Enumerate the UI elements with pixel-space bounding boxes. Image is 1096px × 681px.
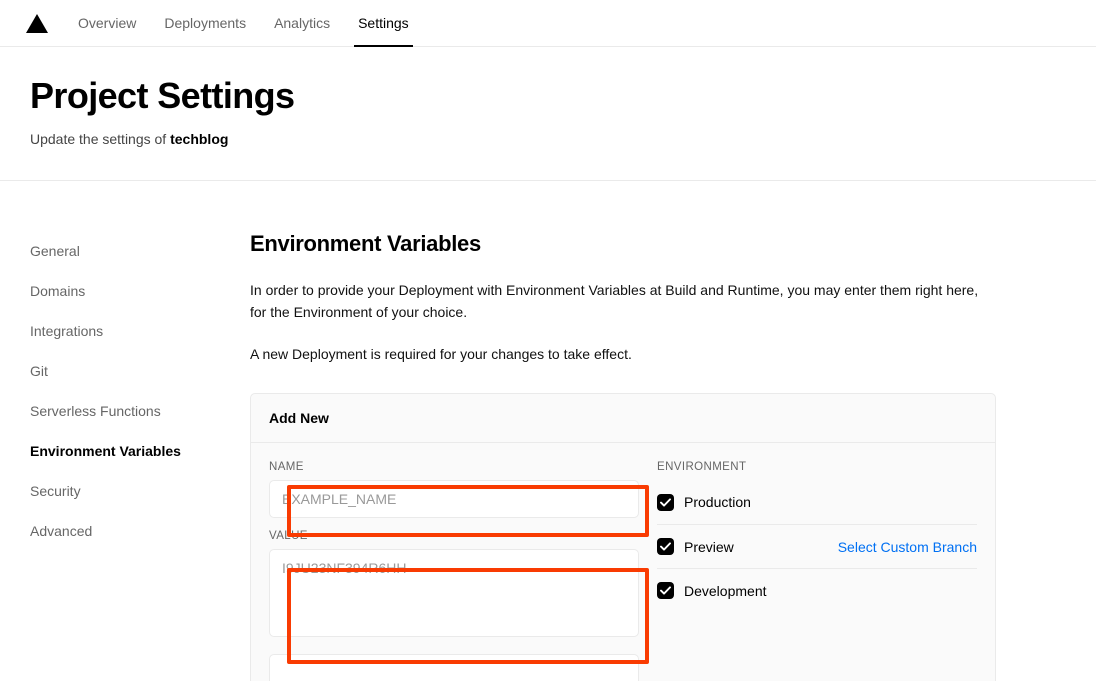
extra-field-block bbox=[269, 654, 639, 681]
value-textarea[interactable] bbox=[269, 549, 639, 637]
settings-content: Environment Variables In order to provid… bbox=[250, 231, 1096, 681]
page-subtitle: Update the settings of techblog bbox=[30, 131, 1066, 147]
sidebar-item-label: Domains bbox=[30, 283, 86, 299]
env-label-production: Production bbox=[684, 494, 751, 510]
sidebar-item-label: Environment Variables bbox=[30, 443, 181, 459]
checkbox-checked-icon-production[interactable] bbox=[657, 493, 674, 511]
value-field-block: VALUE bbox=[269, 530, 639, 642]
nav-item-analytics[interactable]: Analytics bbox=[260, 0, 344, 47]
select-custom-branch-link[interactable]: Select Custom Branch bbox=[838, 539, 977, 555]
nav-item-settings[interactable]: Settings bbox=[344, 0, 423, 47]
nav-item-label: Overview bbox=[78, 15, 137, 31]
name-field-label: NAME bbox=[269, 461, 304, 473]
env-row-left: Production bbox=[657, 493, 751, 511]
env-label-preview: Preview bbox=[684, 538, 734, 555]
page-subtitle-project: techblog bbox=[170, 131, 229, 147]
nav-item-overview[interactable]: Overview bbox=[64, 0, 150, 47]
env-row-left: Preview bbox=[657, 538, 734, 555]
page-body: General Domains Integrations Git Serverl… bbox=[0, 181, 1096, 681]
card-title: Add New bbox=[269, 410, 329, 426]
card-body: NAME VALUE ENVIRONMENT bbox=[251, 443, 995, 681]
sidebar-item-label: General bbox=[30, 243, 80, 259]
nav-item-deployments[interactable]: Deployments bbox=[150, 0, 260, 47]
sidebar-item-label: Advanced bbox=[30, 523, 93, 539]
sidebar-item-label: Git bbox=[30, 363, 48, 379]
nav-items: Overview Deployments Analytics Settings bbox=[64, 0, 423, 47]
nav-item-label: Settings bbox=[358, 15, 409, 31]
card-right-column: ENVIRONMENT Production Preview Select Cu… bbox=[639, 461, 977, 681]
sidebar-item-advanced[interactable]: Advanced bbox=[30, 511, 250, 551]
sidebar-item-label: Serverless Functions bbox=[30, 403, 161, 419]
extra-input[interactable] bbox=[269, 654, 639, 681]
checkbox-checked-icon-development[interactable] bbox=[657, 582, 674, 599]
page-subtitle-prefix: Update the settings of bbox=[30, 131, 171, 147]
section-paragraph-1: In order to provide your Deployment with… bbox=[250, 282, 979, 320]
name-field-block: NAME bbox=[269, 461, 639, 518]
add-new-card: Add New NAME VALUE bbox=[250, 393, 996, 681]
card-header: Add New bbox=[251, 394, 995, 443]
sidebar-item-label: Security bbox=[30, 483, 81, 499]
sidebar-item-domains[interactable]: Domains bbox=[30, 271, 250, 311]
top-navbar: Overview Deployments Analytics Settings bbox=[0, 0, 1096, 47]
sidebar-item-environment-variables[interactable]: Environment Variables bbox=[30, 431, 250, 471]
sidebar-item-integrations[interactable]: Integrations bbox=[30, 311, 250, 351]
triangle-logo-icon[interactable] bbox=[24, 10, 50, 36]
card-left-column: NAME VALUE bbox=[269, 461, 639, 681]
value-field-label: VALUE bbox=[269, 530, 308, 542]
environment-label: ENVIRONMENT bbox=[657, 461, 747, 473]
nav-item-label: Deployments bbox=[164, 15, 247, 31]
nav-item-label: Analytics bbox=[274, 15, 331, 31]
sidebar-item-git[interactable]: Git bbox=[30, 351, 250, 391]
name-input[interactable] bbox=[269, 480, 639, 518]
env-row-left: Development bbox=[657, 582, 767, 599]
env-row-development[interactable]: Development bbox=[657, 568, 977, 612]
settings-sidebar: General Domains Integrations Git Serverl… bbox=[0, 231, 250, 681]
sidebar-item-serverless-functions[interactable]: Serverless Functions bbox=[30, 391, 250, 431]
sidebar-item-label: Integrations bbox=[30, 323, 104, 339]
page-header: Project Settings Update the settings of … bbox=[0, 47, 1096, 181]
section-paragraph-2: A new Deployment is required for your ch… bbox=[250, 346, 632, 362]
page-title: Project Settings bbox=[30, 75, 295, 116]
env-row-production[interactable]: Production bbox=[657, 480, 977, 524]
env-row-preview[interactable]: Preview Select Custom Branch bbox=[657, 524, 977, 568]
sidebar-item-security[interactable]: Security bbox=[30, 471, 250, 511]
section-title: Environment Variables bbox=[250, 231, 481, 256]
env-label-development: Development bbox=[684, 582, 767, 599]
checkbox-checked-icon-preview[interactable] bbox=[657, 538, 674, 555]
sidebar-item-general[interactable]: General bbox=[30, 231, 250, 271]
